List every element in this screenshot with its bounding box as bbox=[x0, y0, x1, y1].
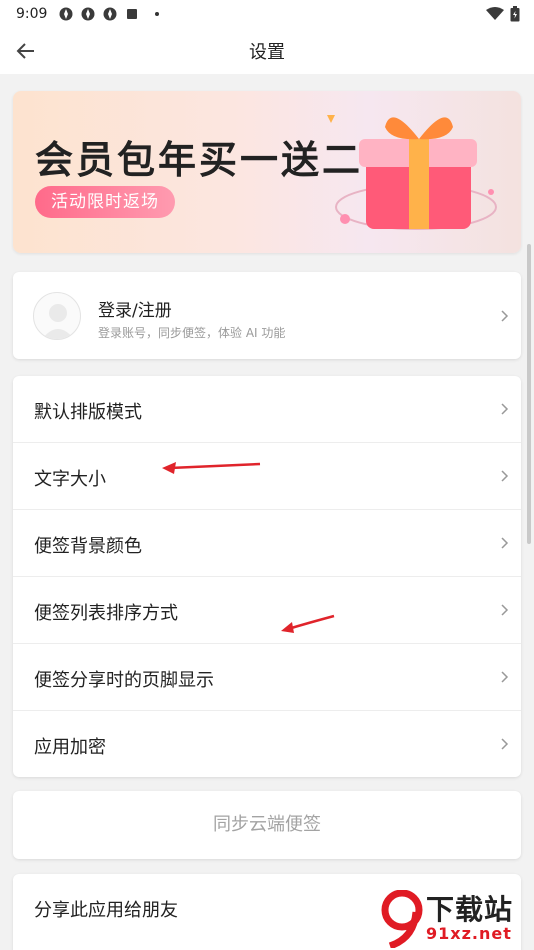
settings-item-default-layout[interactable]: 默认排版模式 bbox=[13, 376, 521, 443]
notification-app-icon bbox=[59, 7, 73, 21]
settings-item-font-size[interactable]: 文字大小 bbox=[13, 443, 521, 510]
more-notifications-dot-icon bbox=[155, 12, 160, 16]
settings-item-label: 文字大小 bbox=[34, 469, 106, 490]
status-time: 9:09 bbox=[16, 6, 48, 22]
back-arrow-icon[interactable] bbox=[14, 39, 38, 63]
settings-item-list-sort-order[interactable]: 便签列表排序方式 bbox=[13, 577, 521, 644]
banner-headline: 会员包年买一送二 bbox=[35, 138, 364, 182]
settings-item-label: 分享此应用给朋友 bbox=[34, 900, 178, 921]
settings-item-share-footer[interactable]: 便签分享时的页脚显示 bbox=[13, 644, 521, 711]
vip-promo-banner[interactable]: 会员包年买一送二 活动限时返场 bbox=[13, 91, 521, 253]
app-bar: 设置 bbox=[0, 28, 534, 74]
page-title: 设置 bbox=[249, 42, 285, 63]
watermark-title: 下载站 bbox=[426, 893, 514, 926]
settings-list: 默认排版模式 文字大小 便签背景颜色 便签列表排序方式 便签分享时的页脚显示 应… bbox=[13, 376, 521, 777]
banner-promo-pill: 活动限时返场 bbox=[35, 186, 175, 218]
chevron-right-icon bbox=[501, 403, 509, 415]
wifi-icon bbox=[486, 7, 504, 20]
settings-item-label: 应用加密 bbox=[34, 737, 106, 758]
chevron-right-icon bbox=[501, 537, 509, 549]
annotation-arrow-icon bbox=[281, 614, 335, 633]
settings-item-label: 便签背景颜色 bbox=[34, 536, 142, 557]
gift-box-icon bbox=[327, 115, 497, 230]
battery-icon bbox=[510, 6, 520, 22]
settings-item-label: 便签列表排序方式 bbox=[34, 603, 178, 624]
chevron-right-icon bbox=[501, 738, 509, 750]
sync-cloud-notes-label: 同步云端便签 bbox=[213, 814, 321, 835]
chevron-right-icon bbox=[501, 470, 509, 482]
settings-content: 会员包年买一送二 活动限时返场 登录/注册 登录账号，同步便签，体验 AI 功能 bbox=[0, 74, 534, 950]
chevron-right-icon bbox=[501, 604, 509, 616]
notification-app-icon bbox=[103, 7, 117, 21]
status-bar: 9:09 bbox=[0, 0, 534, 28]
settings-item-app-lock[interactable]: 应用加密 bbox=[13, 711, 521, 778]
watermark-logo-icon bbox=[381, 890, 423, 948]
settings-item-note-background-color[interactable]: 便签背景颜色 bbox=[13, 510, 521, 577]
annotation-arrow-icon bbox=[162, 462, 261, 474]
chevron-right-icon bbox=[501, 310, 509, 322]
scrollbar[interactable] bbox=[527, 244, 531, 544]
avatar bbox=[33, 292, 81, 340]
login-register-card[interactable]: 登录/注册 登录账号，同步便签，体验 AI 功能 bbox=[13, 272, 521, 359]
avatar-placeholder-icon bbox=[42, 304, 74, 339]
settings-item-label: 默认排版模式 bbox=[34, 402, 142, 423]
notification-app-icon bbox=[81, 7, 95, 21]
login-title: 登录/注册 bbox=[98, 301, 172, 321]
watermark-url: 91xz.net bbox=[426, 924, 512, 943]
sync-cloud-notes-button[interactable]: 同步云端便签 bbox=[13, 791, 521, 859]
site-watermark: 下载站 91xz.net bbox=[380, 888, 530, 950]
chevron-right-icon bbox=[501, 671, 509, 683]
notification-square-icon bbox=[127, 9, 138, 19]
settings-item-label: 便签分享时的页脚显示 bbox=[34, 670, 214, 691]
login-subtitle: 登录账号，同步便签，体验 AI 功能 bbox=[98, 326, 286, 340]
